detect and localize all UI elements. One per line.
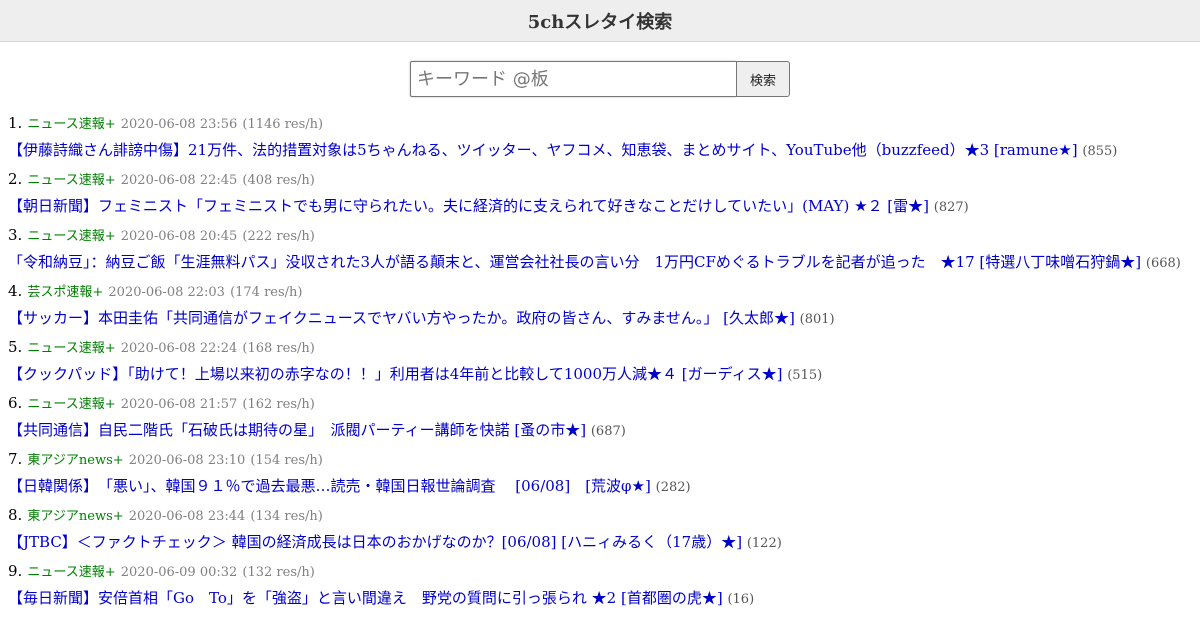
- response-count: (855): [1082, 144, 1118, 159]
- response-count: (282): [655, 480, 691, 495]
- post-date: 2020-06-08 23:56: [120, 117, 238, 132]
- result-title-line: 【共同通信】自民二階氏「石破氏は期待の星」 派閥パーティー講師を快諾 [蚤の市★…: [8, 416, 1192, 446]
- response-count: (122): [746, 536, 782, 551]
- result-list: 1. ニュース速報+ 2020-06-08 23:56 (1146 res/h)…: [0, 110, 1200, 614]
- thread-title-link[interactable]: 【伊藤詩織さん誹謗中傷】21万件、法的措置対象は5ちゃんねる、ツイッター、ヤフコ…: [8, 141, 1078, 159]
- post-speed: (162 res/h): [242, 397, 315, 412]
- board-link[interactable]: 芸スポ速報+: [27, 285, 103, 300]
- result-meta: 5. ニュース速報+ 2020-06-08 22:24 (168 res/h): [8, 334, 1192, 360]
- thread-title-link[interactable]: 【JTBC】＜ファクトチェック＞ 韓国の経済成長は日本のおかげなのか？[06/0…: [8, 533, 742, 551]
- result-number: 9.: [8, 562, 23, 580]
- thread-title-link[interactable]: 【朝日新聞】フェミニスト「フェミニストでも男に守られたい。夫に経済的に支えられて…: [8, 197, 929, 215]
- board-link[interactable]: ニュース速報+: [27, 341, 115, 356]
- result-title-line: 【毎日新聞】安倍首相「Go To」を「強盗」と言い間違え 野党の質問に引っ張られ…: [8, 584, 1192, 614]
- result-meta: 6. ニュース速報+ 2020-06-08 21:57 (162 res/h): [8, 390, 1192, 416]
- result-title-line: 【サッカー】本田圭佑「共同通信がフェイクニュースでヤバい方やったか。政府の皆さん…: [8, 304, 1192, 334]
- board-link[interactable]: ニュース速報+: [27, 229, 115, 244]
- result-meta: 8. 東アジアnews+ 2020-06-08 23:44 (134 res/h…: [8, 502, 1192, 528]
- result-title-line: 【JTBC】＜ファクトチェック＞ 韓国の経済成長は日本のおかげなのか？[06/0…: [8, 528, 1192, 558]
- result-number: 4.: [8, 282, 23, 300]
- response-count: (515): [787, 368, 823, 383]
- board-link[interactable]: ニュース速報+: [27, 565, 115, 580]
- board-link[interactable]: 東アジアnews+: [27, 453, 123, 468]
- post-speed: (168 res/h): [242, 341, 315, 356]
- list-item: 2. ニュース速報+ 2020-06-08 22:45 (408 res/h) 【…: [8, 166, 1192, 222]
- result-number: 2.: [8, 170, 23, 188]
- board-link[interactable]: ニュース速報+: [27, 173, 115, 188]
- post-date: 2020-06-08 21:57: [120, 397, 238, 412]
- response-count: (801): [799, 312, 835, 327]
- post-speed: (222 res/h): [242, 229, 315, 244]
- post-date: 2020-06-08 22:45: [120, 173, 238, 188]
- post-speed: (132 res/h): [242, 565, 315, 580]
- result-meta: 4. 芸スポ速報+ 2020-06-08 22:03 (174 res/h): [8, 278, 1192, 304]
- post-date: 2020-06-09 00:32: [120, 565, 238, 580]
- response-count: (16): [727, 592, 755, 607]
- post-speed: (408 res/h): [242, 173, 315, 188]
- thread-title-link[interactable]: 【クックパッド】「助けて！上場以来初の赤字なの！！」利用者は4年前と比較して10…: [8, 365, 782, 383]
- post-speed: (134 res/h): [250, 509, 323, 524]
- post-date: 2020-06-08 22:03: [108, 285, 225, 300]
- result-meta: 3. ニュース速報+ 2020-06-08 20:45 (222 res/h): [8, 222, 1192, 248]
- search-form: 検索: [0, 61, 1200, 97]
- post-date: 2020-06-08 20:45: [120, 229, 238, 244]
- list-item: 5. ニュース速報+ 2020-06-08 22:24 (168 res/h) 【…: [8, 334, 1192, 390]
- result-title-line: 「令和納豆」：納豆ご飯「生涯無料パス」没収された3人が語る顛末と、運営会社社長の…: [8, 248, 1192, 278]
- result-number: 7.: [8, 450, 23, 468]
- result-number: 1.: [8, 114, 23, 132]
- result-number: 3.: [8, 226, 23, 244]
- result-meta: 2. ニュース速報+ 2020-06-08 22:45 (408 res/h): [8, 166, 1192, 192]
- result-meta: 9. ニュース速報+ 2020-06-09 00:32 (132 res/h): [8, 558, 1192, 584]
- list-item: 3. ニュース速報+ 2020-06-08 20:45 (222 res/h) 「…: [8, 222, 1192, 278]
- list-item: 7. 東アジアnews+ 2020-06-08 23:10 (154 res/h…: [8, 446, 1192, 502]
- result-number: 8.: [8, 506, 23, 524]
- list-item: 1. ニュース速報+ 2020-06-08 23:56 (1146 res/h)…: [8, 110, 1192, 166]
- thread-title-link[interactable]: 【日韓関係】 「悪い」、韓国９１％で過去最悪…読売・韓国日報世論調査 [06/0…: [8, 477, 651, 495]
- response-count: (827): [933, 200, 969, 215]
- list-item: 9. ニュース速報+ 2020-06-09 00:32 (132 res/h) 【…: [8, 558, 1192, 614]
- thread-title-link[interactable]: 【サッカー】本田圭佑「共同通信がフェイクニュースでヤバい方やったか。政府の皆さん…: [8, 309, 795, 327]
- list-item: 4. 芸スポ速報+ 2020-06-08 22:03 (174 res/h) 【サ…: [8, 278, 1192, 334]
- result-title-line: 【朝日新聞】フェミニスト「フェミニストでも男に守られたい。夫に経済的に支えられて…: [8, 192, 1192, 222]
- board-link[interactable]: ニュース速報+: [27, 397, 115, 412]
- post-date: 2020-06-08 22:24: [120, 341, 238, 356]
- search-button[interactable]: 検索: [736, 61, 790, 97]
- result-meta: 1. ニュース速報+ 2020-06-08 23:56 (1146 res/h): [8, 110, 1192, 136]
- result-meta: 7. 東アジアnews+ 2020-06-08 23:10 (154 res/h…: [8, 446, 1192, 472]
- result-title-line: 【クックパッド】「助けて！上場以来初の赤字なの！！」利用者は4年前と比較して10…: [8, 360, 1192, 390]
- result-title-line: 【日韓関係】 「悪い」、韓国９１％で過去最悪…読売・韓国日報世論調査 [06/0…: [8, 472, 1192, 502]
- post-date: 2020-06-08 23:10: [128, 453, 246, 468]
- site-header: 5chスレタイ検索: [0, 0, 1200, 42]
- thread-title-link[interactable]: 【毎日新聞】安倍首相「Go To」を「強盗」と言い間違え 野党の質問に引っ張られ…: [8, 589, 723, 607]
- post-date: 2020-06-08 23:44: [128, 509, 246, 524]
- post-speed: (154 res/h): [250, 453, 323, 468]
- result-number: 6.: [8, 394, 23, 412]
- list-item: 8. 東アジアnews+ 2020-06-08 23:44 (134 res/h…: [8, 502, 1192, 558]
- thread-title-link[interactable]: 「令和納豆」：納豆ご飯「生涯無料パス」没収された3人が語る顛末と、運営会社社長の…: [8, 253, 1141, 271]
- search-input[interactable]: [410, 61, 736, 97]
- board-link[interactable]: 東アジアnews+: [27, 509, 123, 524]
- result-number: 5.: [8, 338, 23, 356]
- result-title-line: 【伊藤詩織さん誹謗中傷】21万件、法的措置対象は5ちゃんねる、ツイッター、ヤフコ…: [8, 136, 1192, 166]
- response-count: (668): [1145, 256, 1181, 271]
- response-count: (687): [590, 424, 626, 439]
- post-speed: (1146 res/h): [242, 117, 324, 132]
- list-item: 6. ニュース速報+ 2020-06-08 21:57 (162 res/h) 【…: [8, 390, 1192, 446]
- board-link[interactable]: ニュース速報+: [27, 117, 115, 132]
- thread-title-link[interactable]: 【共同通信】自民二階氏「石破氏は期待の星」 派閥パーティー講師を快諾 [蚤の市★…: [8, 421, 586, 439]
- site-title[interactable]: 5chスレタイ検索: [528, 8, 673, 34]
- post-speed: (174 res/h): [230, 285, 303, 300]
